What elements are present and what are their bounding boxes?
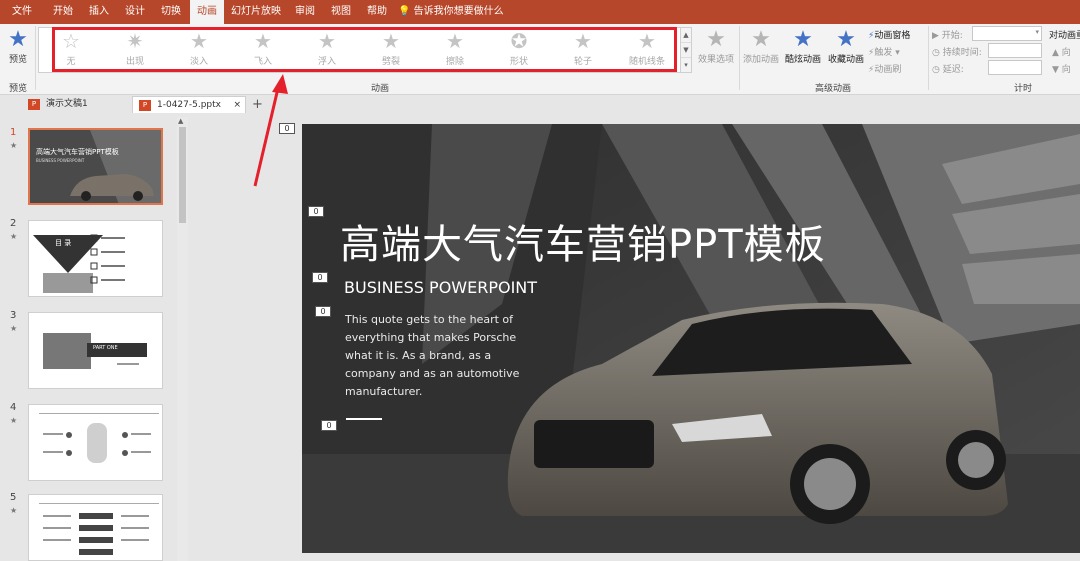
thumb-list-graphic bbox=[39, 503, 159, 555]
thumb-part-graphic bbox=[43, 333, 147, 369]
menu-insert[interactable]: 插入 bbox=[82, 0, 116, 24]
menu-design[interactable]: 设计 bbox=[118, 0, 152, 24]
menu-slideshow[interactable]: 幻灯片放映 bbox=[228, 0, 284, 24]
preview-button[interactable]: ★ 预览 bbox=[4, 27, 32, 66]
slide-title[interactable]: 高端大气汽车营销PPT模板 bbox=[340, 212, 826, 270]
tell-me-text: 告诉我你想要做什么 bbox=[413, 6, 504, 17]
effect-options-button[interactable]: ★ 效果选项 bbox=[694, 27, 738, 66]
add-animation-button[interactable]: ★ 添加动画 bbox=[740, 27, 782, 66]
lightbulb-icon: 💡 bbox=[398, 6, 411, 17]
tab-doc1[interactable]: P 演示文稿1 bbox=[22, 96, 126, 113]
menu-review[interactable]: 审阅 bbox=[288, 0, 322, 24]
down-triangle-icon: ▼ bbox=[1052, 65, 1059, 75]
menu-animations[interactable]: 动画 bbox=[190, 0, 224, 24]
scroll-up-icon[interactable]: ▲ bbox=[178, 117, 183, 125]
main-slide[interactable]: 0 高端大气汽车营销PPT模板 0 BUSINESS POWERPOINT 0 … bbox=[302, 124, 1080, 553]
thumb-title: 目 录 bbox=[55, 239, 72, 247]
cool-animation-button[interactable]: ★ 酷炫动画 bbox=[782, 27, 824, 66]
document-tabs: P 演示文稿1 P 1-0427-5.pptx × + bbox=[0, 95, 1080, 114]
add-tab-button[interactable]: + bbox=[248, 96, 266, 113]
reorder-label: 对动画重 bbox=[1049, 31, 1080, 41]
thumb-hand-graphic bbox=[39, 413, 159, 463]
clock-icon: ◷ bbox=[932, 48, 940, 58]
menu-file[interactable]: 文件 bbox=[4, 0, 40, 24]
start-dropdown[interactable]: ▾ bbox=[972, 26, 1042, 41]
slide-number: 5 bbox=[10, 492, 17, 503]
animation-group-label: 动画 bbox=[370, 84, 389, 94]
clock-icon: ◷ bbox=[932, 65, 940, 75]
gallery-more-icon[interactable]: ▾ bbox=[681, 58, 691, 73]
animation-tag[interactable]: 0 bbox=[315, 306, 331, 317]
slide-thumb-3[interactable]: PART ONE bbox=[28, 312, 163, 389]
menu-view[interactable]: 视图 bbox=[324, 0, 358, 24]
slide-thumb-5[interactable] bbox=[28, 494, 163, 561]
thumb-title: 高端大气汽车营销PPT模板 bbox=[36, 148, 119, 156]
preview-label: 预览 bbox=[8, 55, 27, 65]
thumb-title: PART ONE bbox=[93, 345, 118, 351]
decorative-line bbox=[346, 418, 382, 420]
menu-help[interactable]: 帮助 bbox=[360, 0, 394, 24]
thumb-toc-graphic bbox=[33, 234, 125, 293]
menu-home[interactable]: 开始 bbox=[46, 0, 80, 24]
fav-animation-button[interactable]: ★ 收藏动画 bbox=[824, 27, 868, 66]
animation-mark-icon: ★ bbox=[10, 141, 18, 150]
scroll-up-icon[interactable]: ▲ bbox=[681, 28, 691, 43]
menu-transitions[interactable]: 切换 bbox=[154, 0, 188, 24]
advanced-group-label: 高级动画 bbox=[814, 84, 851, 94]
duration-label: ◷ 持续时间: bbox=[932, 48, 982, 58]
delay-field[interactable] bbox=[988, 60, 1042, 75]
menu-bar: 文件 开始 插入 设计 切换 动画 幻灯片放映 审阅 视图 帮助 💡 告诉我你想… bbox=[0, 0, 1080, 24]
slide-number: 4 bbox=[10, 402, 17, 413]
chevron-down-icon: ▾ bbox=[1035, 28, 1039, 36]
powerpoint-icon: P bbox=[28, 99, 40, 110]
highlight-box bbox=[52, 27, 677, 72]
preview-star-icon: ★ bbox=[8, 27, 28, 52]
animation-pane-button[interactable]: ⚡动画窗格 bbox=[868, 28, 910, 41]
close-icon[interactable]: × bbox=[233, 97, 241, 114]
play-icon: ▶ bbox=[932, 31, 939, 41]
thumb-car-image bbox=[30, 130, 161, 203]
animation-tag[interactable]: 0 bbox=[279, 123, 295, 134]
powerpoint-icon: P bbox=[139, 100, 151, 111]
animation-mark-icon: ★ bbox=[10, 506, 18, 515]
tab-pptx[interactable]: P 1-0427-5.pptx × bbox=[132, 96, 246, 113]
animation-tag[interactable]: 0 bbox=[321, 420, 337, 431]
animation-mark-icon: ★ bbox=[10, 232, 18, 241]
effect-star-icon: ★ bbox=[706, 27, 726, 52]
animation-mark-icon: ★ bbox=[10, 324, 18, 333]
slide-number: 2 bbox=[10, 218, 17, 229]
gallery-scroll[interactable]: ▲ ▼ ▾ bbox=[681, 27, 692, 73]
cool-star-icon: ★ bbox=[793, 27, 813, 52]
up-triangle-icon: ▲ bbox=[1052, 48, 1059, 58]
scroll-down-icon[interactable]: ▼ bbox=[681, 43, 691, 58]
add-star-icon: ★ bbox=[751, 27, 771, 52]
animation-tag[interactable]: 0 bbox=[308, 206, 324, 217]
thumb-subtitle: BUSINESS POWERPOINT bbox=[36, 158, 85, 163]
scroll-thumb[interactable] bbox=[179, 127, 186, 223]
trigger-button[interactable]: ⚡触发 ▾ bbox=[868, 45, 900, 58]
duration-field[interactable] bbox=[988, 43, 1042, 58]
tell-me-box[interactable]: 💡 告诉我你想要做什么 bbox=[398, 0, 508, 24]
slide-number: 3 bbox=[10, 310, 17, 321]
animation-tag[interactable]: 0 bbox=[312, 272, 328, 283]
animation-brush-button[interactable]: ⚡动画刷 bbox=[868, 62, 901, 75]
start-label: ▶ 开始: bbox=[932, 31, 963, 41]
slide-subtitle[interactable]: BUSINESS POWERPOINT bbox=[344, 278, 537, 297]
move-later-button[interactable]: ▼ 向 bbox=[1052, 62, 1071, 75]
slide-body-text[interactable]: This quote gets to the heart of everythi… bbox=[345, 311, 545, 401]
timing-group-label: 计时 bbox=[1013, 84, 1032, 94]
slide-number: 1 bbox=[10, 127, 17, 138]
delay-label: ◷ 延迟: bbox=[932, 65, 964, 75]
slide-thumb-4[interactable] bbox=[28, 404, 163, 481]
animation-mark-icon: ★ bbox=[10, 416, 18, 425]
divider bbox=[928, 26, 929, 90]
thumbnail-scrollbar[interactable]: ▲ bbox=[177, 117, 188, 561]
slide-thumb-2[interactable]: 目 录 bbox=[28, 220, 163, 297]
divider bbox=[35, 26, 36, 90]
move-earlier-button[interactable]: ▲ 向 bbox=[1052, 45, 1071, 58]
fav-star-icon: ★ bbox=[836, 27, 856, 52]
preview-group-label: 预览 bbox=[8, 84, 27, 94]
slide-thumb-1[interactable]: 高端大气汽车营销PPT模板 BUSINESS POWERPOINT bbox=[28, 128, 163, 205]
